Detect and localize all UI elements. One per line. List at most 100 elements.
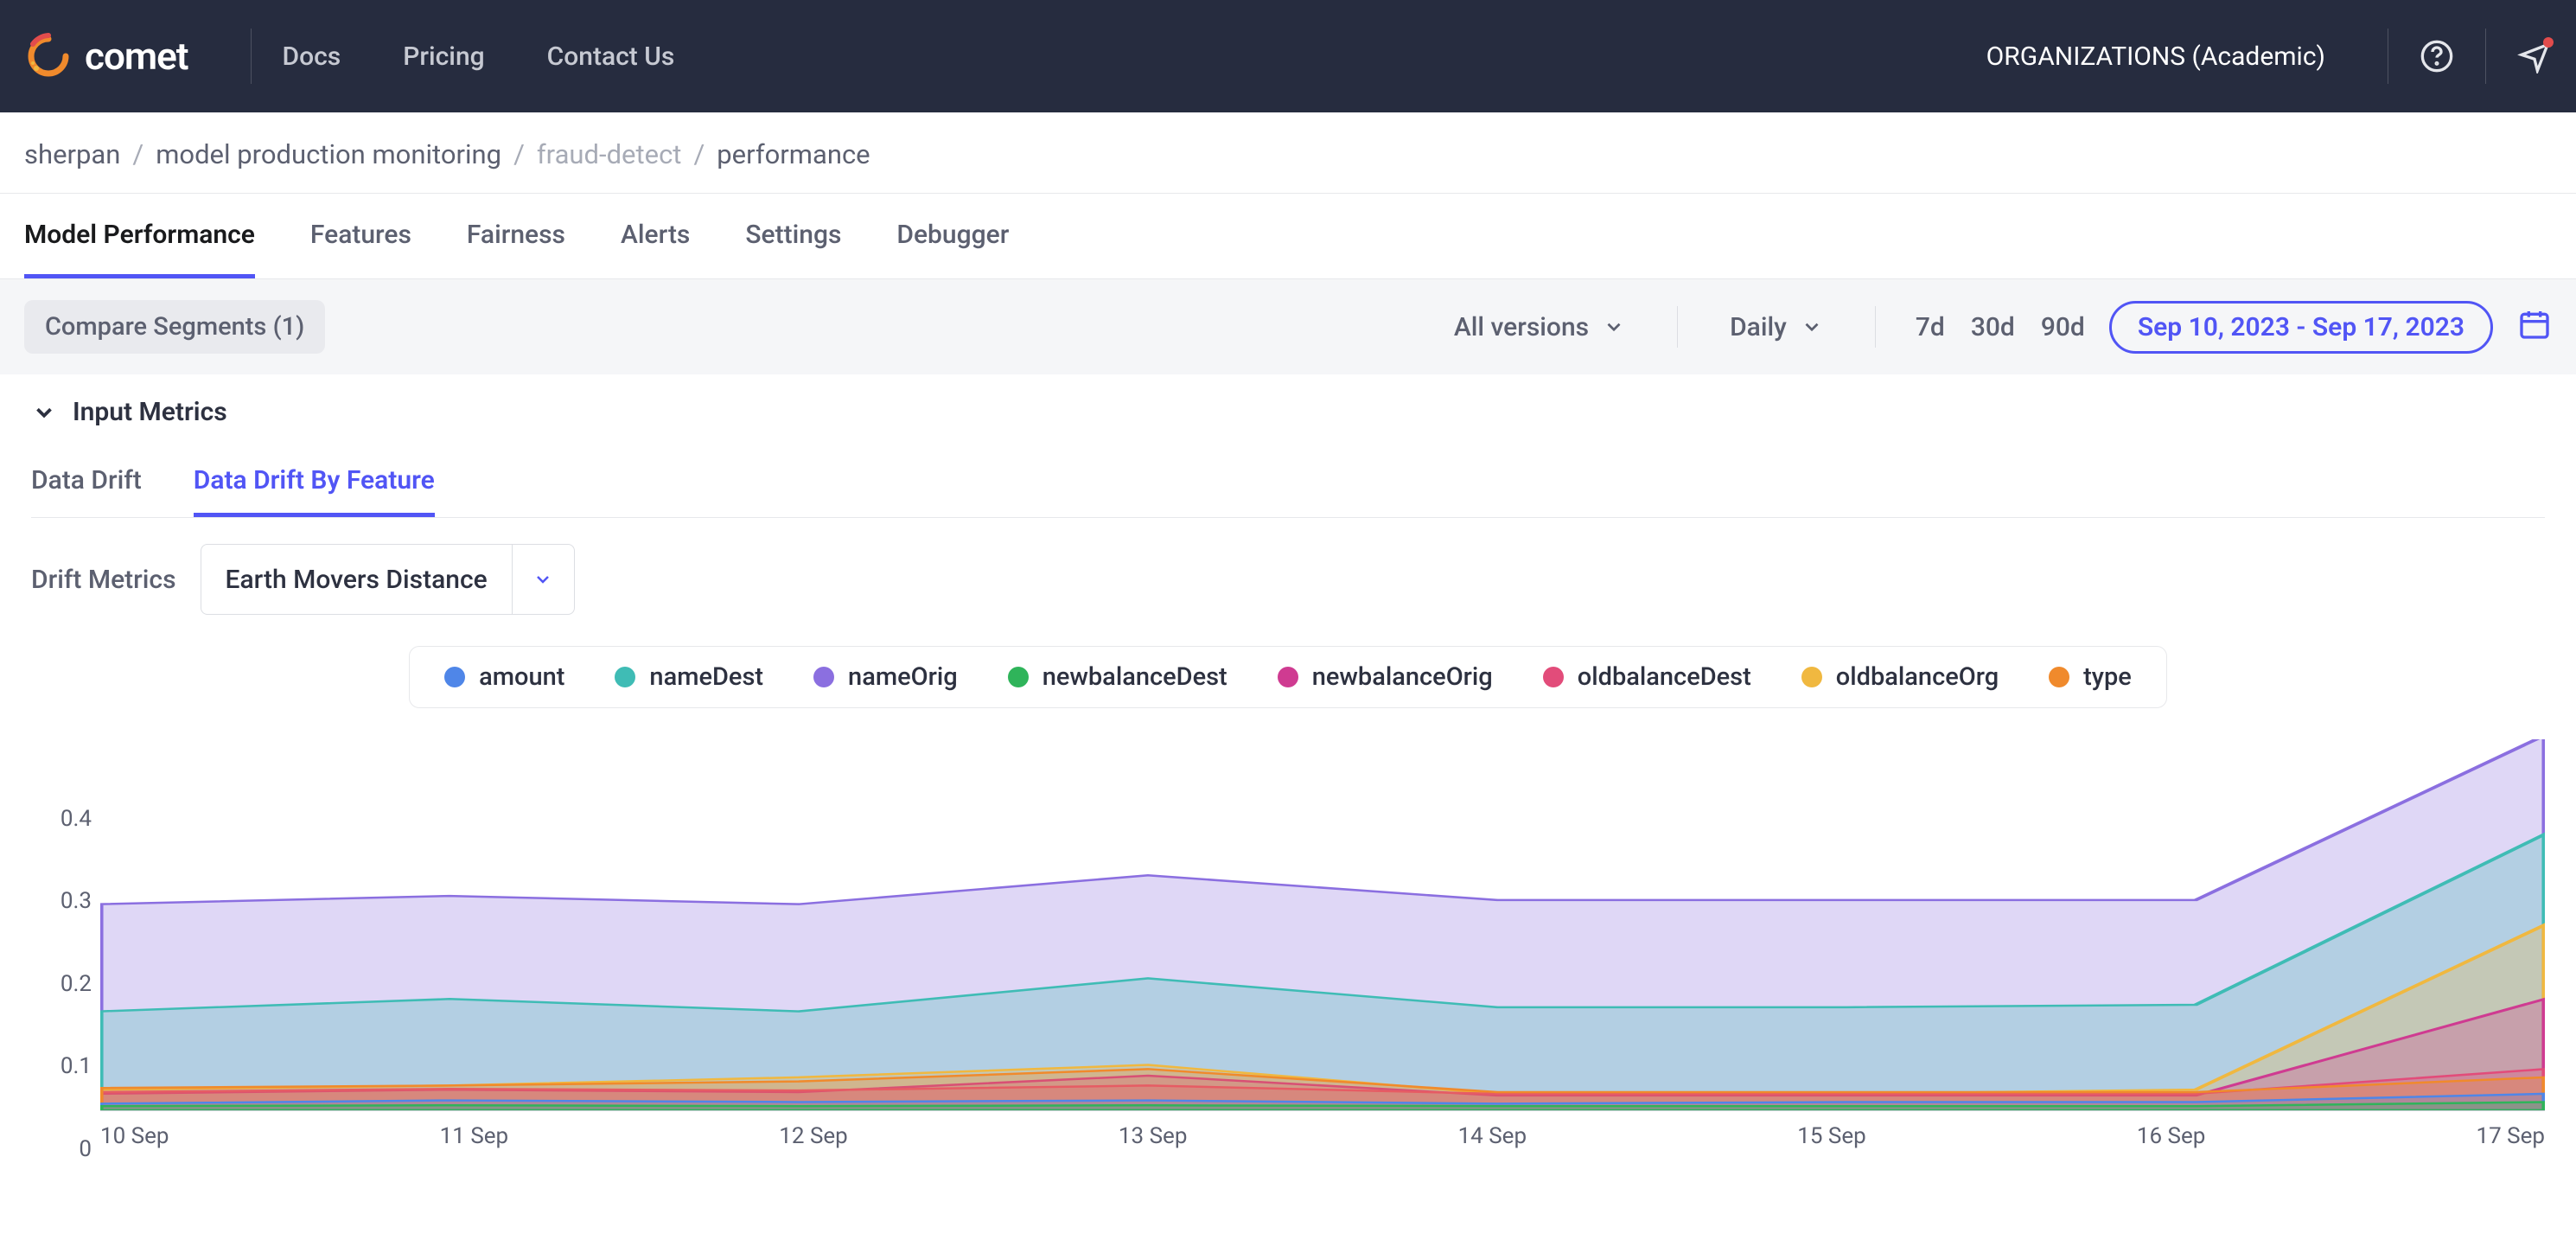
legend-dot <box>1008 667 1029 687</box>
nav-contact[interactable]: Contact Us <box>547 42 675 72</box>
breadcrumb-item[interactable]: fraud-detect <box>537 138 682 170</box>
tab-alerts[interactable]: Alerts <box>621 194 690 278</box>
sub-tabs: Data Drift Data Drift By Feature <box>31 451 2545 518</box>
brand-logo[interactable]: comet <box>24 32 188 80</box>
legend-item[interactable]: nameDest <box>615 662 763 692</box>
compare-segments-button[interactable]: Compare Segments (1) <box>24 300 325 354</box>
header-divider <box>2485 29 2486 84</box>
legend-label: type <box>2083 662 2132 692</box>
chevron-down-icon <box>1801 316 1823 338</box>
tab-debugger[interactable]: Debugger <box>896 194 1009 278</box>
breadcrumb-current: performance <box>717 138 870 170</box>
drift-chart: 00.10.20.30.4 10 Sep11 Sep12 Sep13 Sep14… <box>31 739 2545 1149</box>
x-tick: 10 Sep <box>100 1123 169 1149</box>
y-tick: 0.1 <box>61 1053 92 1079</box>
legend-label: oldbalanceDest <box>1578 662 1751 692</box>
x-axis: 10 Sep 11 Sep 12 Sep 13 Sep 14 Sep 15 Sep 16 S… <box>100 1111 2545 1149</box>
chevron-down-icon <box>31 399 57 425</box>
breadcrumb-sep: / <box>693 138 705 170</box>
versions-dropdown[interactable]: All versions <box>1442 305 1637 349</box>
tab-fairness[interactable]: Fairness <box>467 194 565 278</box>
breadcrumb-sep: / <box>132 138 143 170</box>
y-tick: 0.4 <box>61 806 92 832</box>
tab-model-performance[interactable]: Model Performance <box>24 194 255 278</box>
legend-item[interactable]: newbalanceDest <box>1008 662 1227 692</box>
chart-svg <box>100 739 2545 1110</box>
x-tick: 14 Sep <box>1458 1123 1527 1149</box>
legend-item[interactable]: oldbalanceOrg <box>1801 662 1999 692</box>
comet-logo-icon <box>24 32 73 80</box>
range-7d[interactable]: 7d <box>1916 312 1945 342</box>
drift-metric-row: Drift Metrics Earth Movers Distance <box>31 544 2545 615</box>
legend-label: nameDest <box>649 662 763 692</box>
toolbar-divider <box>1677 306 1678 348</box>
legend-item[interactable]: oldbalanceDest <box>1543 662 1751 692</box>
nav-pricing[interactable]: Pricing <box>403 42 484 72</box>
interval-dropdown[interactable]: Daily <box>1718 305 1835 349</box>
legend-dot <box>813 667 834 687</box>
filter-toolbar: Compare Segments (1) All versions Daily … <box>0 279 2576 374</box>
breadcrumb-item[interactable]: sherpan <box>24 138 120 170</box>
range-30d[interactable]: 30d <box>1971 312 2015 342</box>
legend-label: nameOrig <box>848 662 958 692</box>
brand-name: comet <box>85 34 188 79</box>
legend-item[interactable]: newbalanceOrig <box>1278 662 1493 692</box>
input-metrics-panel: Input Metrics Data Drift Data Drift By F… <box>0 374 2576 1172</box>
legend-label: newbalanceDest <box>1043 662 1227 692</box>
x-tick: 17 Sep <box>2476 1123 2545 1149</box>
legend-dot <box>1543 667 1564 687</box>
x-tick: 12 Sep <box>779 1123 848 1149</box>
section-header[interactable]: Input Metrics <box>31 397 2545 427</box>
quick-range-links: 7d 30d 90d <box>1916 312 2085 342</box>
y-tick: 0.3 <box>61 888 92 914</box>
organization-label[interactable]: ORGANIZATIONS (Academic) <box>1986 42 2325 72</box>
legend-dot <box>1801 667 1822 687</box>
drift-metrics-label: Drift Metrics <box>31 565 176 595</box>
versions-value: All versions <box>1454 312 1589 342</box>
y-tick: 0.2 <box>61 971 92 997</box>
help-icon[interactable] <box>2420 39 2454 73</box>
breadcrumb-sep: / <box>513 138 525 170</box>
x-tick: 11 Sep <box>440 1123 509 1149</box>
breadcrumb-item[interactable]: model production monitoring <box>156 138 501 170</box>
interval-value: Daily <box>1730 312 1787 342</box>
legend-dot <box>444 667 465 687</box>
x-tick: 13 Sep <box>1119 1123 1188 1149</box>
drift-metrics-value: Earth Movers Distance <box>201 545 512 614</box>
calendar-icon[interactable] <box>2517 307 2552 348</box>
main-tabs: Model Performance Features Fairness Aler… <box>0 194 2576 279</box>
range-90d[interactable]: 90d <box>2041 312 2085 342</box>
legend-label: amount <box>479 662 564 692</box>
chart-plot-area <box>100 739 2545 1111</box>
y-axis: 00.10.20.30.4 <box>31 739 100 1149</box>
top-header: comet Docs Pricing Contact Us ORGANIZATI… <box>0 0 2576 112</box>
breadcrumb: sherpan / model production monitoring / … <box>24 138 2552 170</box>
y-tick: 0 <box>79 1136 92 1162</box>
nav-docs[interactable]: Docs <box>283 42 341 72</box>
legend-dot <box>2049 667 2069 687</box>
notification-dot <box>2543 37 2554 48</box>
tab-features[interactable]: Features <box>310 194 411 278</box>
header-divider <box>251 29 252 84</box>
legend-item[interactable]: nameOrig <box>813 662 958 692</box>
tab-settings[interactable]: Settings <box>745 194 841 278</box>
sub-tab-data-drift-by-feature[interactable]: Data Drift By Feature <box>194 451 435 517</box>
section-title: Input Metrics <box>73 397 227 427</box>
notifications-icon[interactable] <box>2517 39 2552 73</box>
legend-item[interactable]: type <box>2049 662 2132 692</box>
legend-label: newbalanceOrig <box>1312 662 1493 692</box>
drift-metrics-select[interactable]: Earth Movers Distance <box>201 544 575 615</box>
header-nav: Docs Pricing Contact Us <box>283 42 675 72</box>
x-tick: 16 Sep <box>2137 1123 2206 1149</box>
chart-legend: amount nameDest nameOrig newbalanceDest newb… <box>31 646 2545 708</box>
x-tick: 15 Sep <box>1797 1123 1866 1149</box>
legend-item[interactable]: amount <box>444 662 564 692</box>
breadcrumb-bar: sherpan / model production monitoring / … <box>0 112 2576 194</box>
date-range-picker[interactable]: Sep 10, 2023 - Sep 17, 2023 <box>2109 301 2493 354</box>
legend-dot <box>1278 667 1298 687</box>
legend-dot <box>615 667 635 687</box>
toolbar-divider <box>1875 306 1876 348</box>
sub-tab-data-drift[interactable]: Data Drift <box>31 451 142 517</box>
legend-label: oldbalanceOrg <box>1836 662 1999 692</box>
chevron-down-icon <box>512 545 574 614</box>
